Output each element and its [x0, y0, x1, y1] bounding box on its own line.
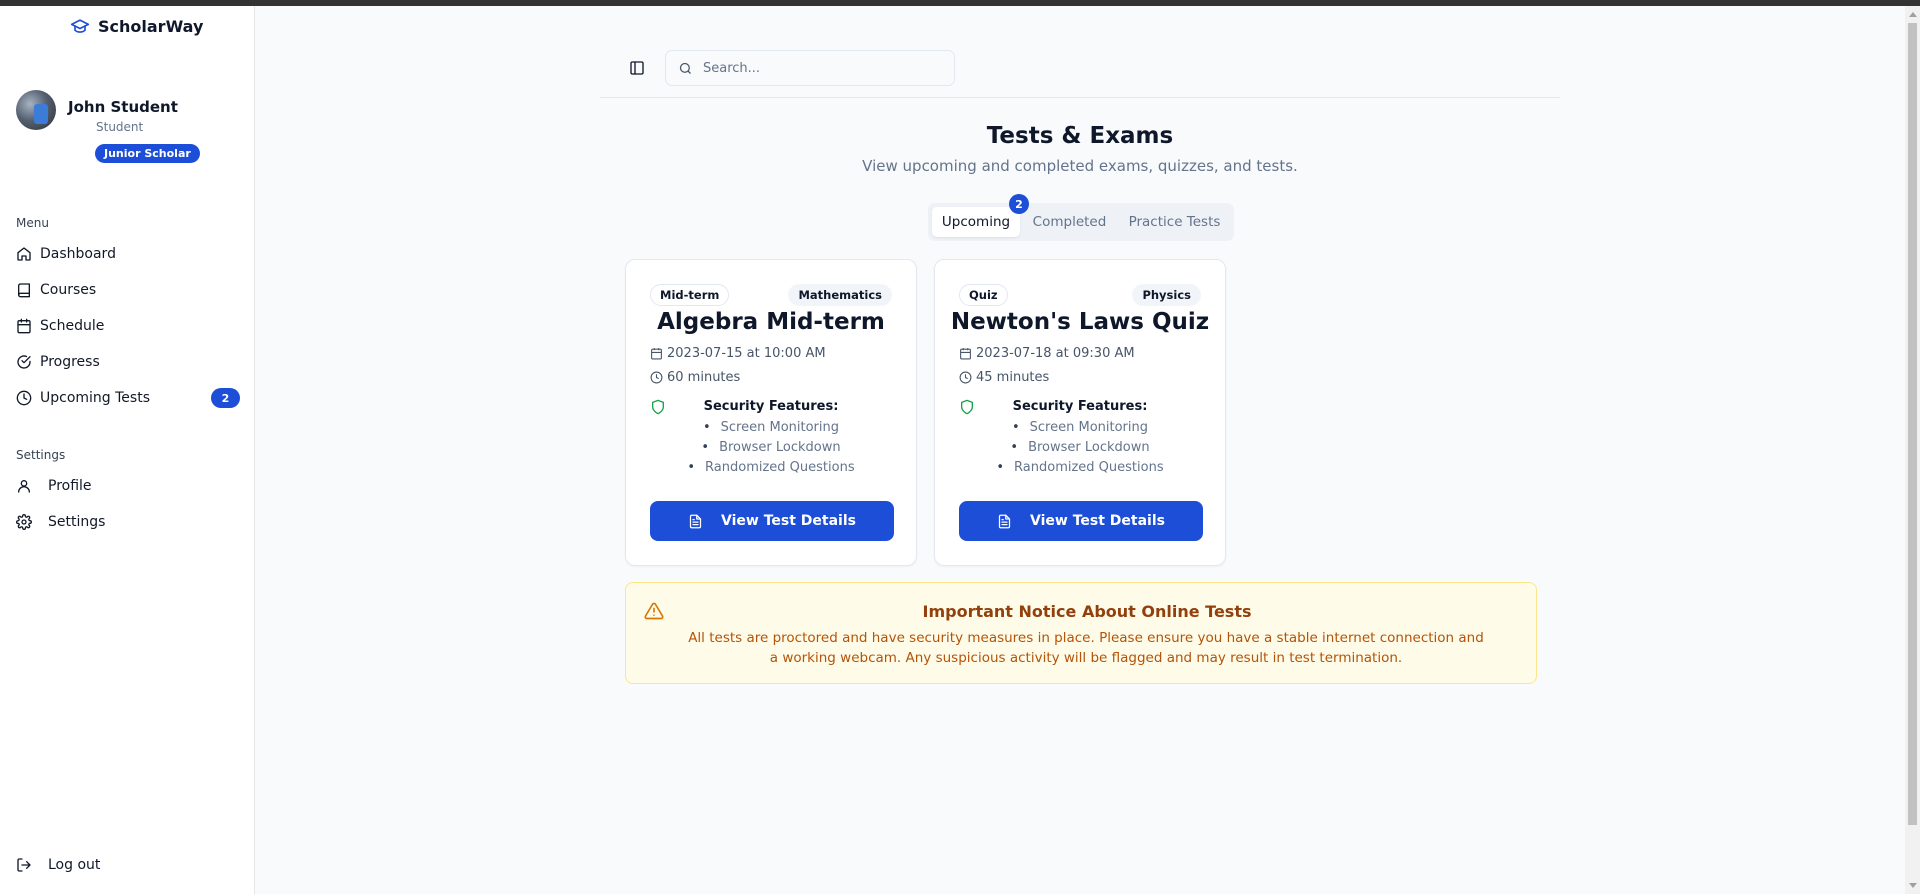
sidebar-item-label: Courses: [40, 282, 97, 298]
security-feature: Randomized Questions: [626, 458, 916, 478]
settings-menu: Profile Settings: [16, 468, 240, 540]
sidebar-item-profile[interactable]: Profile: [16, 468, 240, 504]
security-feature: Screen Monitoring: [935, 418, 1225, 438]
logout-label: Log out: [48, 857, 101, 873]
avatar[interactable]: [16, 90, 56, 130]
document-icon: [998, 514, 1011, 528]
test-duration: 45 minutes: [959, 370, 1049, 385]
book-icon: [18, 283, 30, 298]
test-duration: 60 minutes: [650, 370, 740, 385]
gear-icon: [16, 514, 32, 530]
test-datetime-text: 2023-07-18 at 09:30 AM: [976, 346, 1135, 361]
sidebar-item-label: Settings: [48, 514, 106, 530]
security-feature: Browser Lockdown: [626, 438, 916, 458]
sidebar-item-label: Profile: [48, 478, 92, 494]
test-type-tag: Quiz: [959, 284, 1008, 306]
tab-upcoming[interactable]: Upcoming 2: [932, 194, 1029, 237]
scroll-thumb[interactable]: [1908, 23, 1917, 825]
test-type-tag: Mid-term: [650, 284, 730, 306]
search-box[interactable]: [665, 50, 955, 86]
sidebar-item-label: Progress: [40, 354, 100, 370]
test-card: Quiz Physics Newton's Laws Quiz 2023-07-…: [934, 259, 1226, 566]
security-feature: Browser Lockdown: [935, 438, 1225, 458]
search-icon: [679, 62, 691, 74]
page-title: Tests & Exams: [986, 123, 1174, 149]
check-circle-icon: [17, 355, 31, 369]
main-menu: Dashboard Courses Schedule Progress Upco…: [16, 236, 240, 416]
page-subtitle: View upcoming and completed exams, quizz…: [862, 157, 1298, 175]
view-test-details-button[interactable]: View Test Details: [650, 501, 894, 541]
security-features-list: Screen Monitoring Browser Lockdown Rando…: [935, 418, 1225, 478]
button-label: View Test Details: [1030, 513, 1165, 529]
sidebar-item-upcoming-tests[interactable]: Upcoming Tests 2: [16, 380, 240, 416]
sidebar-item-settings[interactable]: Settings: [16, 504, 240, 540]
upcoming-tests-count-badge: 2: [211, 388, 240, 408]
clock-icon: [650, 371, 663, 384]
security-heading: Security Features:: [703, 399, 839, 414]
sidebar-item-courses[interactable]: Courses: [16, 272, 240, 308]
test-title: Algebra Mid-term: [657, 309, 885, 335]
sidebar-item-progress[interactable]: Progress: [16, 344, 240, 380]
sidebar-item-label: Schedule: [40, 318, 105, 334]
notice-text: All tests are proctored and have securit…: [688, 630, 1484, 666]
test-card: Mid-term Mathematics Algebra Mid-term 20…: [625, 259, 917, 566]
button-label: View Test Details: [721, 513, 856, 529]
tab-completed[interactable]: Completed: [1020, 207, 1119, 237]
scroll-up-arrow-icon[interactable]: [1909, 12, 1917, 17]
tab-practice-tests[interactable]: Practice Tests: [1119, 207, 1230, 237]
test-datetime: 2023-07-15 at 10:00 AM: [650, 346, 826, 361]
brand[interactable]: ScholarWay: [70, 16, 203, 36]
user-role: Student: [96, 120, 144, 134]
sidebar-item-dashboard[interactable]: Dashboard: [16, 236, 240, 272]
security-feature: Screen Monitoring: [626, 418, 916, 438]
tab-label: Completed: [1032, 214, 1107, 230]
calendar-icon: [651, 348, 662, 360]
user-name: John Student: [68, 98, 178, 116]
tab-label: Practice Tests: [1128, 214, 1221, 230]
sidebar-item-label: Upcoming Tests: [40, 390, 150, 406]
logout-button[interactable]: Log out: [16, 857, 100, 873]
sidebar-item-schedule[interactable]: Schedule: [16, 308, 240, 344]
test-datetime: 2023-07-18 at 09:30 AM: [959, 346, 1135, 361]
test-tabs: Upcoming 2 Completed Practice Tests: [928, 194, 1234, 241]
tab-label: Upcoming: [941, 214, 1011, 230]
settings-section-label: Settings: [16, 448, 66, 462]
document-icon: [689, 514, 702, 528]
test-subject-tag: Physics: [1132, 284, 1201, 306]
sidebar-item-label: Dashboard: [40, 246, 116, 262]
logout-icon: [17, 858, 31, 872]
test-subject-tag: Mathematics: [788, 284, 892, 306]
test-datetime-text: 2023-07-15 at 10:00 AM: [667, 346, 826, 361]
home-icon: [17, 247, 31, 261]
online-tests-notice: Important Notice About Online Tests All …: [625, 582, 1537, 684]
search-input[interactable]: [703, 60, 923, 76]
menu-section-label: Menu: [16, 216, 49, 230]
sidebar: ScholarWay John Student Student Junior S…: [0, 6, 255, 894]
test-duration-text: 45 minutes: [976, 370, 1050, 385]
level-badge: Junior Scholar: [95, 144, 200, 163]
calendar-icon: [960, 348, 971, 360]
notice-title: Important Notice About Online Tests: [922, 602, 1252, 621]
clock-icon: [16, 390, 32, 406]
clock-icon: [959, 371, 972, 384]
calendar-icon: [17, 318, 31, 334]
view-test-details-button[interactable]: View Test Details: [959, 501, 1203, 541]
page-scrollbar[interactable]: [1905, 6, 1920, 894]
top-header: [600, 50, 1560, 98]
scroll-down-arrow-icon[interactable]: [1909, 883, 1917, 888]
browser-top-bar: [0, 0, 1920, 6]
security-feature: Randomized Questions: [935, 458, 1225, 478]
security-heading: Security Features:: [1012, 399, 1148, 414]
test-title: Newton's Laws Quiz: [950, 309, 1210, 335]
user-icon: [18, 480, 30, 493]
brand-name: ScholarWay: [98, 16, 204, 36]
sidebar-toggle-icon[interactable]: [629, 60, 645, 76]
graduation-cap-icon: [70, 19, 90, 33]
security-features-list: Screen Monitoring Browser Lockdown Rando…: [626, 418, 916, 478]
test-duration-text: 60 minutes: [667, 370, 741, 385]
